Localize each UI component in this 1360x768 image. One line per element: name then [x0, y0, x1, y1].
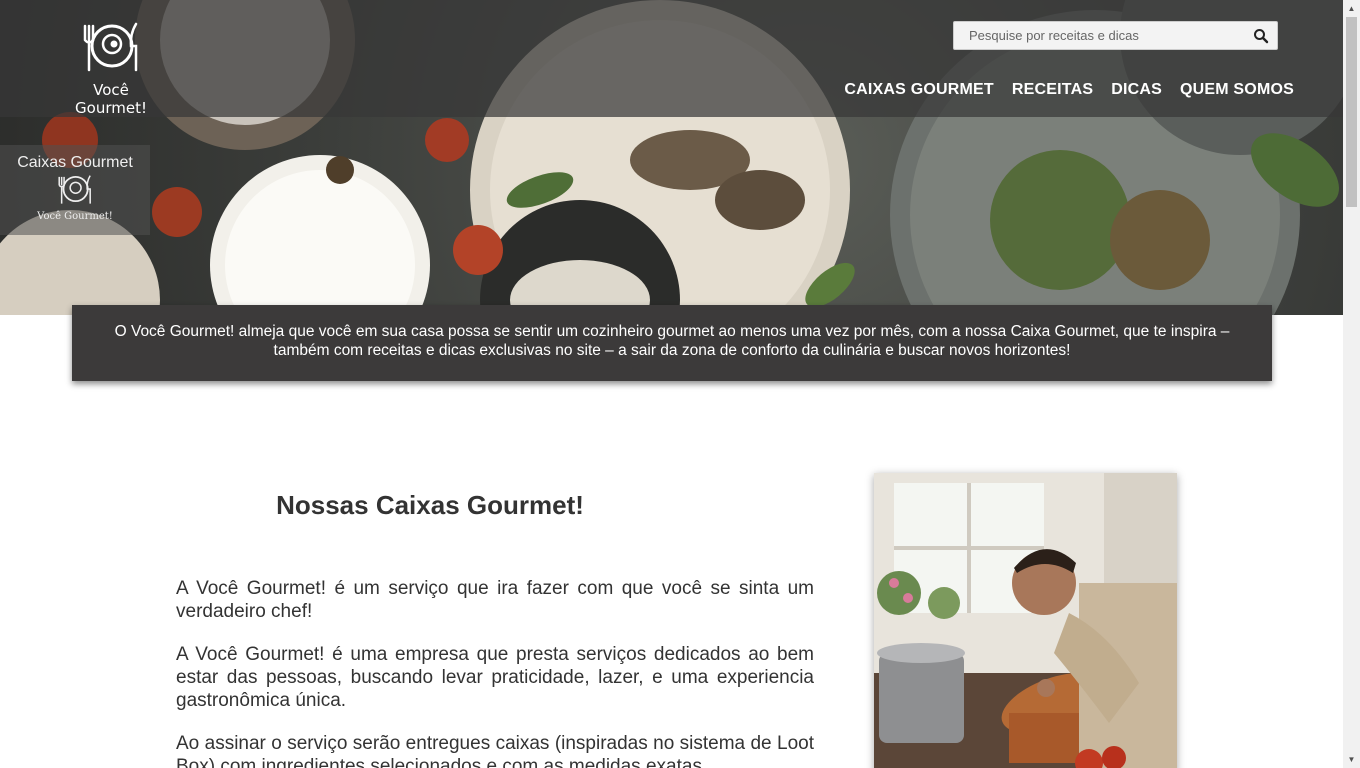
content-paragraph: A Você Gourmet! é uma empresa que presta…: [176, 644, 814, 711]
content-text: A Você Gourmet! é um serviço que ira faz…: [176, 577, 814, 768]
plate-fork-knife-icon: [58, 175, 91, 204]
scroll-down-arrow-icon[interactable]: ▼: [1343, 751, 1360, 768]
scrollbar-thumb[interactable]: [1346, 17, 1357, 207]
badge-title: Caixas Gourmet: [17, 154, 133, 171]
intro-banner: O Você Gourmet! almeja que você em sua c…: [72, 305, 1272, 381]
site-logo[interactable]: Você Gourmet!: [56, 18, 166, 117]
search-box: [953, 21, 1278, 50]
scroll-up-arrow-icon[interactable]: ▲: [1343, 0, 1360, 17]
nav-item-dicas[interactable]: DICAS: [1111, 81, 1162, 99]
logo-text: Você Gourmet!: [75, 81, 147, 117]
page-scrollbar[interactable]: ▲ ▼: [1343, 0, 1360, 768]
chef-cooking-photo: [874, 473, 1177, 768]
main-nav: CAIXAS GOURMET RECEITAS DICAS QUEM SOMOS: [844, 81, 1294, 99]
search-icon[interactable]: [1253, 28, 1269, 44]
nav-item-quem-somos[interactable]: QUEM SOMOS: [1180, 81, 1294, 99]
nav-item-caixas-gourmet[interactable]: CAIXAS GOURMET: [844, 81, 993, 99]
intro-text: O Você Gourmet! almeja que você em sua c…: [114, 323, 1230, 359]
section-title: Nossas Caixas Gourmet!: [276, 490, 584, 520]
plate-fork-knife-icon: [83, 22, 138, 72]
content-paragraph: Ao assinar o serviço serão entregues cai…: [176, 733, 814, 768]
caixas-gourmet-badge[interactable]: Caixas Gourmet Você Gourmet!: [0, 145, 150, 235]
search-input[interactable]: [954, 22, 1244, 49]
content-paragraph: A Você Gourmet! é um serviço que ira faz…: [176, 578, 814, 622]
nav-item-receitas[interactable]: RECEITAS: [1012, 81, 1093, 99]
header-bar: [0, 0, 1343, 117]
badge-subtitle: Você Gourmet!: [37, 211, 113, 222]
